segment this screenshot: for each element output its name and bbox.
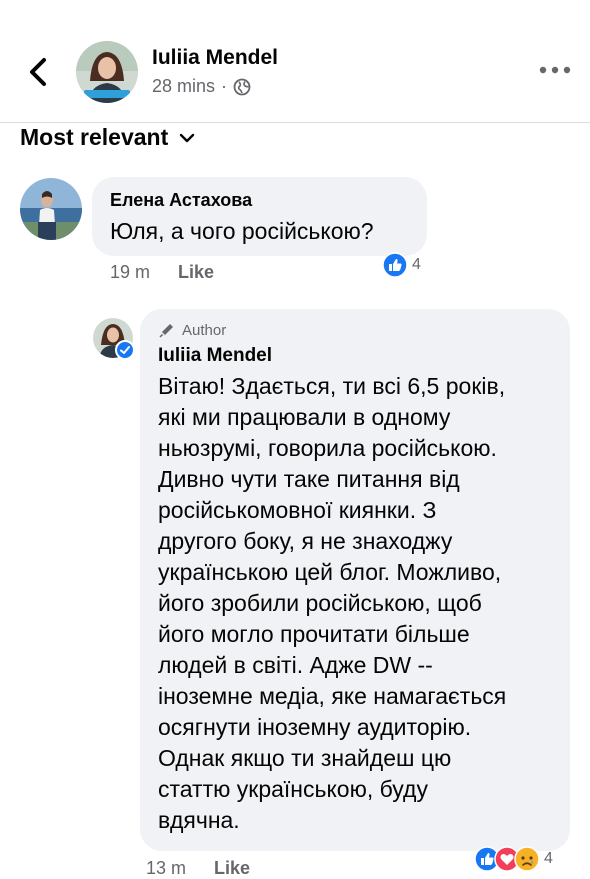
reply-text-line: другого боку, я не знаходжу (158, 528, 453, 554)
reply-text-line: його могло прочитати більше (158, 621, 470, 647)
reply-text: Вітаю! Здається, ти всі 6,5 років, які м… (158, 371, 552, 836)
reply-text-line: Вітаю! Здається, ти всі 6,5 років, (158, 373, 506, 399)
more-options-button[interactable] (538, 62, 572, 78)
post-header: Iuliia Mendel 28 mins · (0, 0, 590, 123)
commenter-name[interactable]: Елена Астахова (110, 190, 409, 211)
sort-label: Most relevant (20, 124, 169, 150)
author-badge-label: Author (182, 321, 227, 339)
comment-text: Юля, а чого російською? (110, 218, 374, 244)
back-button[interactable] (22, 52, 56, 92)
verified-badge-icon (115, 340, 135, 360)
commenter-avatar[interactable] (20, 178, 82, 240)
reply-text-line: його зробили російською, щоб (158, 590, 482, 616)
reaction-count: 4 (412, 256, 421, 273)
author-avatar[interactable] (76, 41, 138, 103)
reply-text-line: ньюзрумі, говорила російською. (158, 435, 497, 461)
reply-text-line: статтю українською, буду (158, 776, 428, 802)
reply-text-line: українською цей блог. Можливо, (158, 559, 502, 585)
like-reaction-icon (382, 252, 408, 278)
meta-separator: · (221, 76, 228, 96)
reply-text-line: російськомовної киянки. З (158, 497, 437, 523)
reaction-summary[interactable]: 4 (382, 252, 421, 278)
post-time[interactable]: 28 mins (152, 76, 215, 97)
author-badge: Author (158, 321, 552, 339)
pencil-icon (159, 324, 173, 338)
globe-icon (233, 78, 251, 95)
comment-time[interactable]: 19 m (110, 262, 150, 283)
sad-reaction-icon (514, 846, 540, 872)
reply-reaction-summary[interactable]: 4 (474, 846, 553, 872)
reply-text-line: людей в світі. Адже DW -- (158, 652, 433, 678)
reply-text-line: осягнути іноземну аудиторію. (158, 714, 472, 740)
reply-text-line: які ми працювали в одному (158, 404, 451, 430)
comment-actions: 19 m Like (110, 262, 214, 283)
post-meta: 28 mins · (152, 76, 251, 97)
reply-text-line: Дивно чути таке питання від (158, 466, 460, 492)
reply-bubble: Author Iuliia Mendel Вітаю! Здається, ти… (140, 309, 570, 851)
reply-text-line: іноземне медіа, яке намагається (158, 683, 507, 709)
reply-text-line: вдячна. (158, 807, 240, 833)
like-button[interactable]: Like (178, 262, 214, 283)
author-name[interactable]: Iuliia Mendel (152, 46, 278, 70)
reply-avatar[interactable] (93, 318, 135, 360)
chevron-down-icon (180, 133, 195, 142)
chevron-left-icon (30, 58, 46, 86)
comment-bubble: Елена Астахова Юля, а чого російською? (92, 177, 427, 256)
reaction-count: 4 (544, 850, 553, 867)
comment-sort-dropdown[interactable]: Most relevant (20, 124, 196, 151)
reply-text-line: Однак якщо ти знайдеш цю (158, 745, 452, 771)
more-horizontal-icon (539, 66, 571, 74)
reply-author-name[interactable]: Iuliia Mendel (158, 345, 552, 367)
